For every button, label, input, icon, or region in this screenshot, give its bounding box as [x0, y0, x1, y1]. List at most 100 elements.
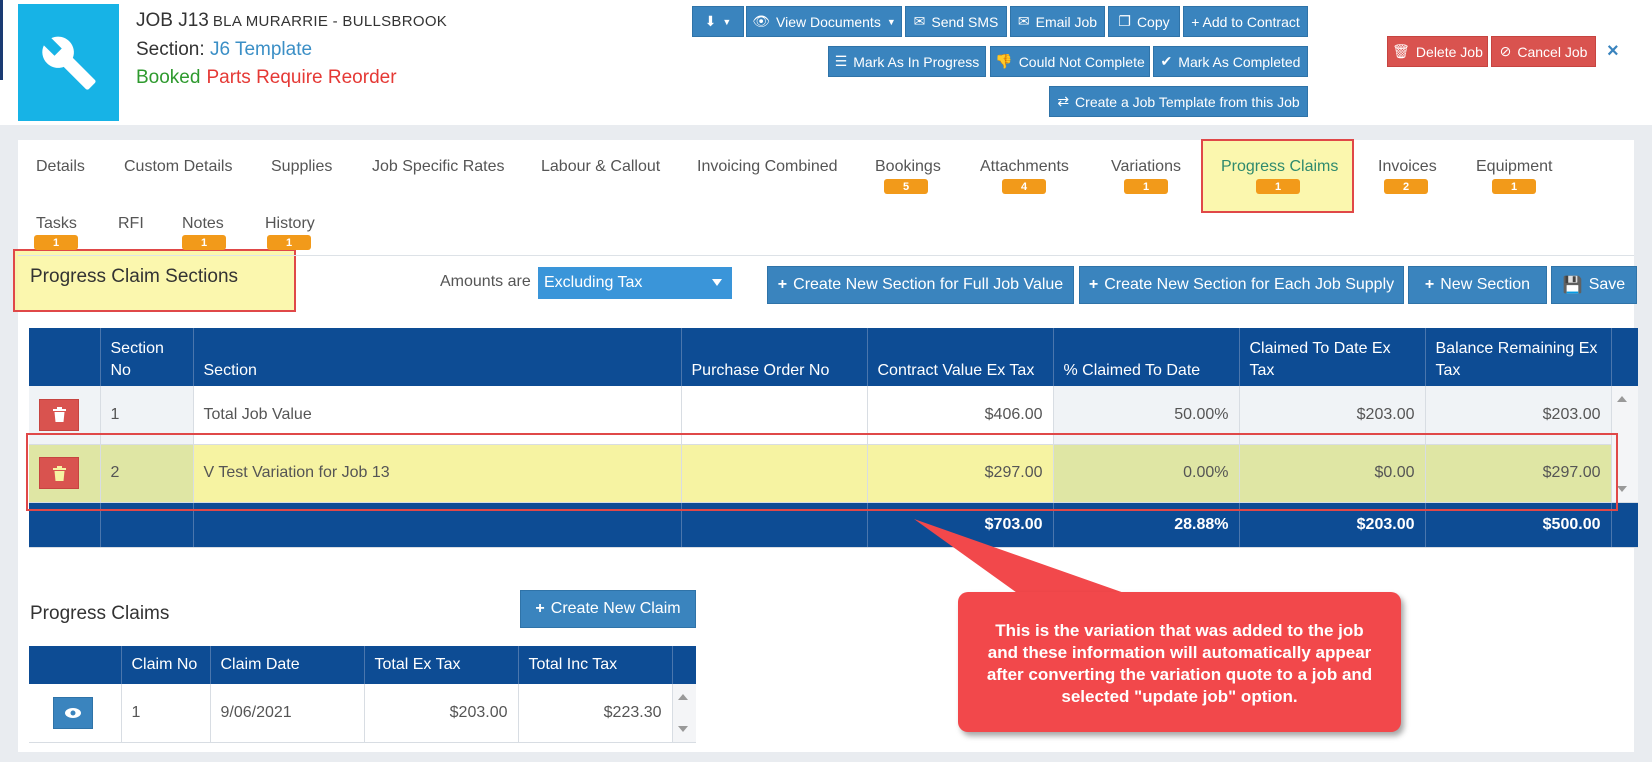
new-section-button[interactable]: + New Section	[1408, 266, 1547, 304]
col-section[interactable]: Section	[193, 328, 682, 386]
tab-rfi[interactable]: RFI	[118, 215, 144, 233]
create-section-full-job-button[interactable]: + Create New Section for Full Job Value	[767, 266, 1074, 304]
tab-tasks[interactable]: Tasks	[36, 215, 77, 233]
new-section-label: New Section	[1440, 276, 1531, 293]
mark-completed-button[interactable]: ✔ Mark As Completed	[1153, 46, 1308, 77]
envelope-icon: ✉	[913, 13, 926, 29]
email-job-label: Email Job	[1035, 13, 1098, 30]
eye-icon	[65, 707, 81, 718]
left-accent-bar	[0, 0, 3, 80]
col-section-no[interactable]: Section No	[100, 328, 194, 386]
send-sms-button[interactable]: ✉ Send SMS	[905, 6, 1007, 37]
create-section-each-supply-label: Create New Section for Each Job Supply	[1104, 276, 1395, 293]
list-check-icon: ☰	[834, 53, 848, 69]
col-po-no[interactable]: Purchase Order No	[681, 328, 868, 386]
tab-invoicing-combined[interactable]: Invoicing Combined	[697, 158, 838, 176]
scroll-down-icon[interactable]	[1616, 485, 1627, 492]
trash-icon: 🗑	[1392, 43, 1410, 59]
add-to-contract-button[interactable]: + Add to Contract	[1183, 6, 1308, 37]
mark-in-progress-label: Mark As In Progress	[853, 53, 980, 70]
email-job-button[interactable]: ✉ Email Job	[1010, 6, 1105, 37]
notes-count-badge: 1	[182, 235, 226, 250]
wrench-icon	[18, 4, 119, 121]
copy-label: Copy	[1136, 13, 1170, 30]
equipment-count-badge: 1	[1492, 179, 1536, 194]
status-booked: Booked	[136, 67, 201, 88]
tab-attachments[interactable]: Attachments	[980, 158, 1069, 176]
create-template-button[interactable]: ⇄ Create a Job Template from this Job	[1049, 86, 1308, 117]
progress-claims-count-badge: 1	[1256, 179, 1300, 194]
plus-icon: +	[777, 276, 788, 293]
download-dropdown-button[interactable]: ⬇ ▼	[692, 6, 744, 37]
col-balance-remaining[interactable]: Balance Remaining Ex Tax	[1425, 328, 1612, 386]
col-total-ex-tax[interactable]: Total Ex Tax	[364, 646, 519, 684]
section-link[interactable]: J6 Template	[210, 39, 312, 60]
view-documents-button[interactable]: 👁 View Documents ▼	[746, 6, 902, 37]
cancel-job-label: Cancel Job	[1517, 43, 1588, 60]
tasks-count-badge: 1	[34, 235, 78, 250]
cell-total-ex-tax: $203.00	[364, 684, 519, 743]
status-parts: Parts Require Reorder	[206, 67, 397, 88]
tab-variations[interactable]: Variations	[1111, 158, 1181, 176]
tab-custom-details[interactable]: Custom Details	[124, 158, 232, 176]
tab-progress-claims[interactable]: Progress Claims	[1221, 158, 1338, 176]
save-button[interactable]: 💾 Save	[1551, 266, 1637, 304]
amounts-select[interactable]: Excluding Tax	[538, 267, 732, 299]
create-new-claim-button[interactable]: + Create New Claim	[520, 590, 696, 628]
tab-job-specific-rates[interactable]: Job Specific Rates	[372, 158, 505, 176]
attachments-count-badge: 4	[1002, 179, 1046, 194]
claims-scrollbar[interactable]	[672, 684, 696, 743]
col-pct-claimed[interactable]: % Claimed To Date	[1053, 328, 1240, 386]
cell-total-inc-tax: $223.30	[518, 684, 673, 743]
close-icon[interactable]: ×	[1607, 40, 1619, 63]
progress-claims-tab-highlight	[1201, 139, 1354, 213]
col-total-inc-tax[interactable]: Total Inc Tax	[518, 646, 673, 684]
col-actions	[29, 646, 122, 684]
plus-icon: +	[1424, 276, 1435, 293]
job-title: JOB J13 BLA MURARRIE - BULLSBROOK	[136, 10, 447, 32]
col-contract-value[interactable]: Contract Value Ex Tax	[867, 328, 1054, 386]
tab-equipment[interactable]: Equipment	[1476, 158, 1553, 176]
trash-icon	[52, 407, 66, 423]
tab-invoices[interactable]: Invoices	[1378, 158, 1437, 176]
tab-details[interactable]: Details	[36, 158, 85, 176]
scroll-up-icon[interactable]	[1616, 396, 1627, 402]
section-label: Section:	[136, 39, 205, 60]
chevron-down-icon	[712, 279, 722, 286]
ban-icon: ⊘	[1499, 43, 1512, 59]
cell-claim-date: 9/06/2021	[210, 684, 365, 743]
delete-job-button[interactable]: 🗑 Delete Job	[1387, 36, 1488, 67]
amounts-select-value: Excluding Tax	[544, 274, 643, 291]
tab-history[interactable]: History	[265, 215, 315, 233]
cell-claim-no: 1	[121, 684, 211, 743]
plus-icon: +	[1088, 276, 1099, 293]
view-claim-button[interactable]	[53, 696, 93, 729]
save-label: Save	[1588, 276, 1626, 293]
section-title: Progress Claim Sections	[30, 266, 239, 287]
view-documents-label: View Documents	[776, 13, 881, 30]
copy-icon: ❐	[1118, 13, 1131, 29]
could-not-complete-button[interactable]: 👎 Could Not Complete	[990, 46, 1150, 77]
delete-row-button[interactable]	[39, 398, 79, 431]
scroll-down-icon[interactable]	[677, 725, 688, 732]
mark-completed-label: Mark As Completed	[1178, 53, 1301, 70]
scroll-up-icon[interactable]	[677, 694, 688, 700]
invoices-count-badge: 2	[1384, 179, 1428, 194]
add-to-contract-label: + Add to Contract	[1191, 13, 1300, 30]
create-section-each-supply-button[interactable]: + Create New Section for Each Job Supply	[1079, 266, 1404, 304]
col-scroll-spacer	[1611, 328, 1638, 386]
col-claimed-to-date[interactable]: Claimed To Date Ex Tax	[1239, 328, 1426, 386]
cancel-job-button[interactable]: ⊘ Cancel Job	[1491, 36, 1596, 67]
col-claim-date[interactable]: Claim Date	[210, 646, 365, 684]
mark-in-progress-button[interactable]: ☰ Mark As In Progress	[828, 46, 986, 77]
bookings-count-badge: 5	[884, 179, 928, 194]
copy-button[interactable]: ❐ Copy	[1108, 6, 1180, 37]
tab-notes[interactable]: Notes	[182, 215, 224, 233]
col-claim-no[interactable]: Claim No	[121, 646, 211, 684]
floppy-icon: 💾	[1562, 277, 1583, 294]
tab-supplies[interactable]: Supplies	[271, 158, 332, 176]
table-row[interactable]: 1 9/06/2021 $203.00 $223.30	[29, 684, 696, 743]
could-not-complete-label: Could Not Complete	[1018, 53, 1145, 70]
tab-labour-callout[interactable]: Labour & Callout	[541, 158, 660, 176]
tab-bookings[interactable]: Bookings	[875, 158, 941, 176]
